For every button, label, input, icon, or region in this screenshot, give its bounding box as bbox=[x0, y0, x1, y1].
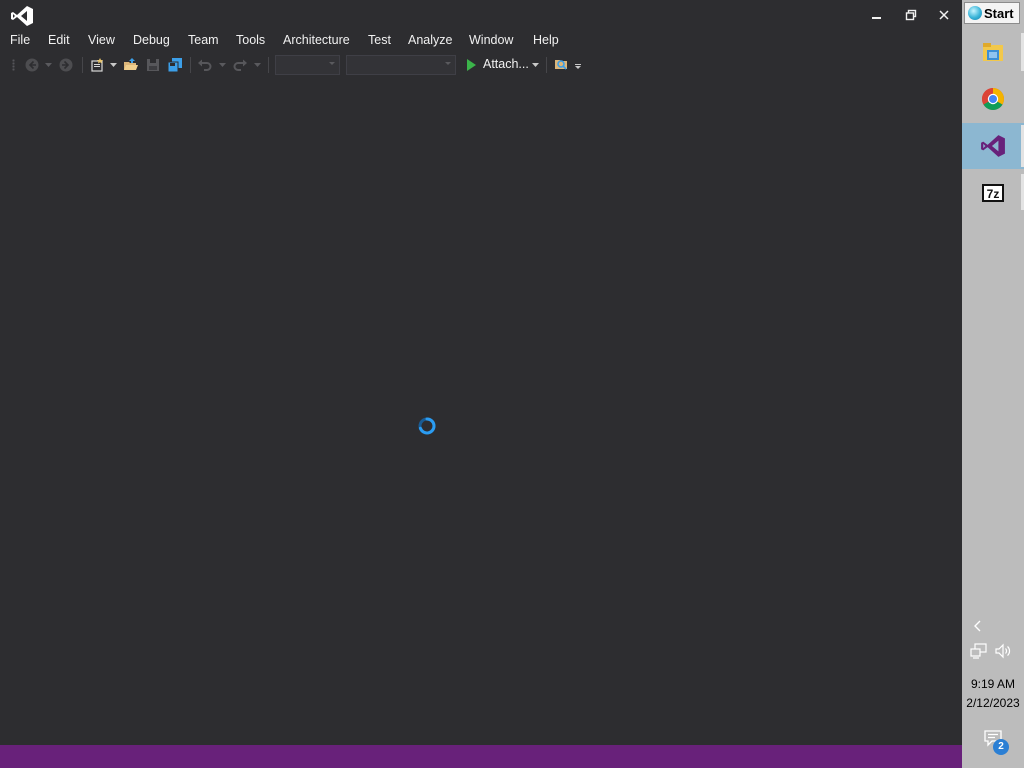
title-bar[interactable] bbox=[0, 0, 962, 30]
volume-tray-button[interactable] bbox=[994, 643, 1012, 664]
navigate-forward-button[interactable] bbox=[56, 53, 76, 77]
undo-icon bbox=[198, 59, 212, 71]
new-project-button[interactable] bbox=[87, 53, 107, 77]
toolbar-separator bbox=[268, 57, 269, 73]
new-project-icon bbox=[91, 58, 103, 72]
chevron-down-icon bbox=[44, 63, 52, 67]
menu-analyze[interactable]: Analyze bbox=[408, 33, 452, 47]
arrow-right-icon bbox=[59, 58, 73, 72]
menu-test[interactable]: Test bbox=[368, 33, 391, 47]
play-icon bbox=[467, 59, 476, 71]
new-project-dropdown[interactable] bbox=[108, 53, 118, 77]
toolbar-separator bbox=[82, 57, 83, 73]
chevron-down-icon bbox=[109, 63, 117, 67]
svg-text:7z: 7z bbox=[987, 187, 1000, 201]
save-button[interactable] bbox=[143, 53, 163, 77]
close-button[interactable] bbox=[929, 4, 959, 26]
navigate-back-button[interactable] bbox=[22, 53, 42, 77]
attach-button-label[interactable]: Attach... bbox=[483, 57, 529, 71]
menu-file[interactable]: File bbox=[10, 33, 30, 47]
chevron-down-icon bbox=[329, 62, 335, 65]
notification-count-badge: 2 bbox=[993, 739, 1009, 755]
toolbar-options-button[interactable] bbox=[573, 53, 583, 77]
file-explorer-icon bbox=[983, 43, 1003, 61]
taskbar-app-google-chrome[interactable] bbox=[962, 76, 1024, 122]
chrome-icon bbox=[982, 88, 1004, 110]
clock-time[interactable]: 9:19 AM bbox=[962, 677, 1024, 691]
taskbar-app-7-zip[interactable]: 7z bbox=[962, 170, 1024, 216]
toolbar-grip[interactable] bbox=[12, 59, 15, 71]
navigate-back-dropdown[interactable] bbox=[43, 53, 53, 77]
chevron-down-icon bbox=[253, 63, 261, 67]
menu-tools[interactable]: Tools bbox=[236, 33, 265, 47]
find-in-files-button[interactable] bbox=[552, 53, 572, 77]
chevron-down-icon bbox=[218, 63, 226, 67]
open-file-button[interactable] bbox=[121, 53, 141, 77]
standard-toolbar: Attach... bbox=[0, 53, 962, 77]
visual-studio-logo-icon bbox=[10, 5, 34, 27]
speaker-icon bbox=[995, 643, 1011, 659]
redo-dropdown[interactable] bbox=[252, 53, 262, 77]
arrow-left-icon bbox=[25, 58, 39, 72]
minimize-button[interactable] bbox=[862, 4, 892, 26]
visual-studio-icon bbox=[981, 135, 1005, 157]
menu-bar: File Edit View Debug Team Tools Architec… bbox=[0, 30, 962, 52]
undo-button[interactable] bbox=[195, 53, 215, 77]
toolbar-overflow-icon bbox=[575, 64, 581, 69]
start-button[interactable]: Start bbox=[964, 2, 1020, 24]
menu-view[interactable]: View bbox=[88, 33, 115, 47]
visual-studio-window: File Edit View Debug Team Tools Architec… bbox=[0, 0, 962, 768]
status-bar bbox=[0, 745, 962, 768]
menu-window[interactable]: Window bbox=[469, 33, 513, 47]
loading-spinner-icon bbox=[417, 416, 437, 436]
chevron-down-icon bbox=[531, 63, 539, 67]
save-icon bbox=[147, 59, 159, 71]
undo-dropdown[interactable] bbox=[217, 53, 227, 77]
menu-architecture[interactable]: Architecture bbox=[283, 33, 350, 47]
redo-button[interactable] bbox=[230, 53, 250, 77]
chevron-down-icon bbox=[445, 62, 451, 65]
7-zip-icon: 7z bbox=[982, 184, 1004, 202]
menu-team[interactable]: Team bbox=[188, 33, 219, 47]
menu-debug[interactable]: Debug bbox=[133, 33, 170, 47]
toolbar-separator bbox=[190, 57, 191, 73]
menu-help[interactable]: Help bbox=[533, 33, 559, 47]
show-hidden-icons-button[interactable] bbox=[970, 618, 986, 639]
start-button-label: Start bbox=[984, 5, 1014, 21]
start-debugging-button[interactable] bbox=[462, 53, 480, 77]
chevron-left-icon bbox=[974, 620, 981, 632]
solution-platforms-combo[interactable] bbox=[346, 55, 456, 75]
open-folder-icon bbox=[124, 58, 138, 70]
taskbar-app-visual-studio[interactable] bbox=[962, 123, 1024, 169]
redo-icon bbox=[233, 59, 247, 71]
network-icon bbox=[970, 643, 987, 659]
save-all-button[interactable] bbox=[165, 53, 185, 77]
network-tray-button[interactable] bbox=[970, 643, 988, 664]
attach-dropdown[interactable] bbox=[530, 53, 540, 77]
restore-button[interactable] bbox=[896, 4, 926, 26]
solution-configurations-combo[interactable] bbox=[275, 55, 340, 75]
save-all-icon bbox=[167, 58, 182, 73]
menu-edit[interactable]: Edit bbox=[48, 33, 70, 47]
start-orb-icon bbox=[968, 6, 982, 20]
find-in-files-icon bbox=[555, 60, 567, 70]
clock-date[interactable]: 2/12/2023 bbox=[962, 696, 1024, 710]
toolbar-separator bbox=[546, 57, 547, 73]
taskbar-app-file-explorer[interactable] bbox=[962, 29, 1024, 75]
